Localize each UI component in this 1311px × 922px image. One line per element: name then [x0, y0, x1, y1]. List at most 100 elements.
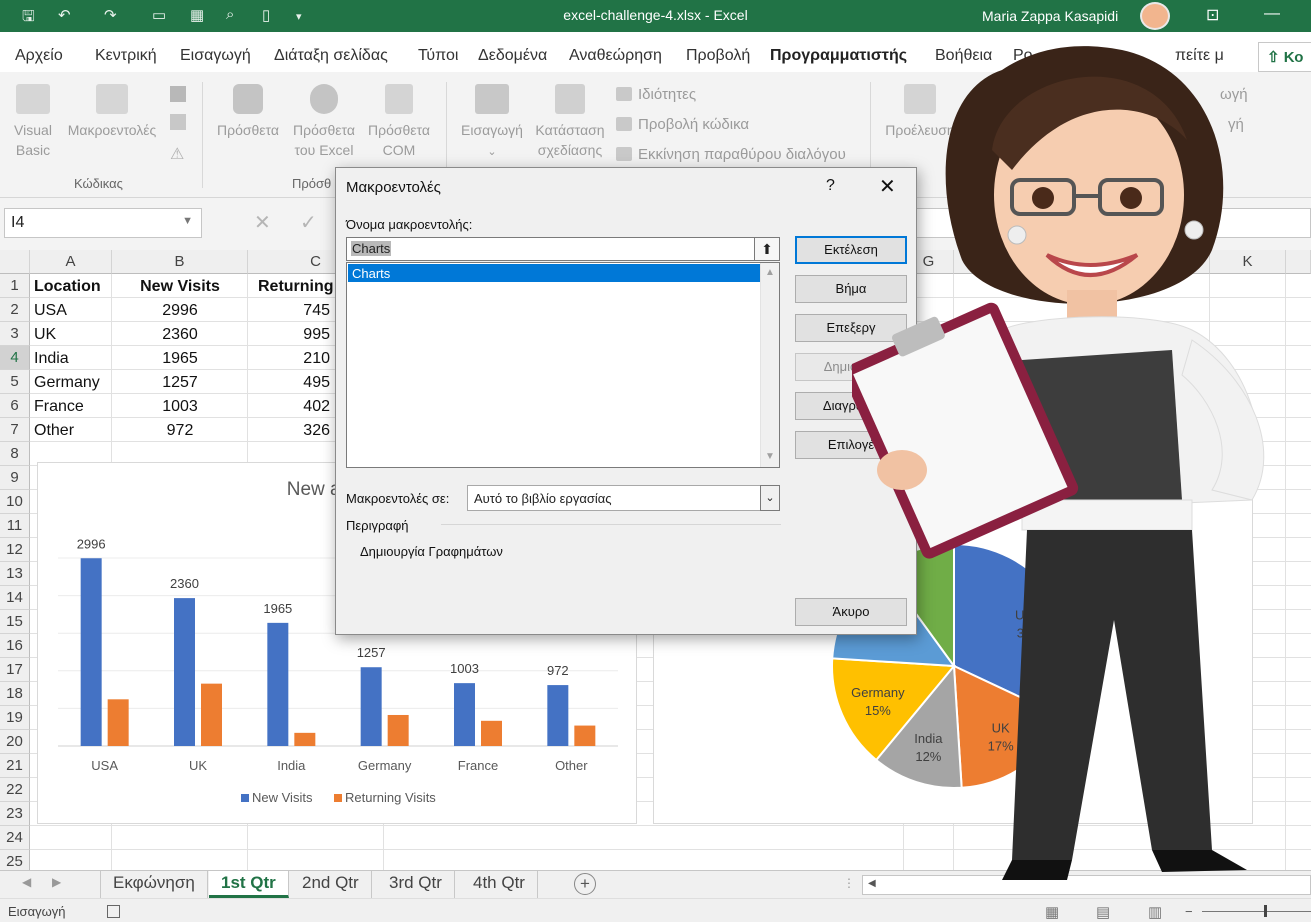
bar-returning-visits[interactable] — [387, 714, 409, 746]
tab-formulas[interactable]: Τύποι — [418, 47, 458, 65]
row-header[interactable]: 24 — [0, 826, 30, 850]
scroll-left-arrow-icon[interactable]: ◀ — [868, 878, 876, 889]
table-cell[interactable]: 972 — [112, 419, 248, 443]
table-cell[interactable]: 1965 — [112, 347, 248, 371]
tab-help[interactable]: Βοήθεια — [935, 47, 992, 65]
avatar[interactable] — [1140, 2, 1170, 30]
tab-page-layout[interactable]: Διάταξη σελίδας — [274, 47, 388, 65]
scroll-right-icon[interactable]: ▶ — [52, 875, 61, 889]
row-header[interactable]: 20 — [0, 730, 30, 754]
bar-new-visits[interactable] — [360, 667, 382, 746]
list-scrollbar[interactable]: ▲ ▼ — [760, 263, 779, 467]
row-header[interactable]: 21 — [0, 754, 30, 778]
table-cell[interactable]: 1257 — [112, 371, 248, 395]
legend-label[interactable]: New Visits — [252, 790, 313, 805]
row-header[interactable]: 4 — [0, 346, 30, 370]
visual-basic-button[interactable]: Visual Basic — [8, 84, 58, 160]
row-header[interactable]: 15 — [0, 610, 30, 634]
run-dialog-button[interactable]: Εκκίνηση παραθύρου διαλόγου — [616, 146, 846, 163]
scroll-left-icon[interactable]: ◀ — [22, 875, 31, 889]
row-header[interactable]: 13 — [0, 562, 30, 586]
share-button[interactable]: ⇧ Κο — [1258, 42, 1311, 72]
table-cell[interactable]: Other — [34, 419, 74, 443]
column-header[interactable]: K — [1210, 250, 1286, 274]
options-button[interactable]: Επιλογέ — [795, 431, 907, 459]
bar-returning-visits[interactable] — [574, 725, 596, 746]
horizontal-scrollbar[interactable]: ◀ — [862, 875, 1311, 895]
tab-insert[interactable]: Εισαγωγή — [180, 47, 251, 65]
table-cell[interactable]: UK — [34, 323, 56, 347]
table-cell[interactable]: 2996 — [112, 299, 248, 323]
page-break-view-icon[interactable]: ▥ — [1148, 903, 1162, 921]
bar-returning-visits[interactable] — [107, 699, 129, 746]
row-header[interactable]: 23 — [0, 802, 30, 826]
more-options-icon[interactable]: ⋮ — [843, 876, 855, 890]
sheet-tab[interactable]: Εκφώνηση — [101, 871, 208, 898]
excel-addins-button[interactable]: Πρόσθετα του Excel — [287, 84, 361, 160]
record-macro-icon[interactable] — [170, 86, 186, 102]
table-cell[interactable]: 210 — [248, 347, 330, 371]
tab-partial[interactable]: Ρο — [1013, 47, 1033, 65]
row-header[interactable]: 16 — [0, 634, 30, 658]
legend-label[interactable]: Returning Visits — [345, 790, 436, 805]
row-header[interactable]: 19 — [0, 706, 30, 730]
collapse-dialog-icon[interactable]: ⬆ — [754, 237, 780, 261]
table-cell[interactable]: 995 — [248, 323, 330, 347]
header-new-visits[interactable]: New Visits — [112, 275, 248, 299]
table-cell[interactable]: India — [34, 347, 69, 371]
source-button[interactable]: Προέλευση — [880, 84, 960, 140]
table-cell[interactable]: France — [34, 395, 84, 419]
row-header[interactable]: 6 — [0, 394, 30, 418]
table-cell[interactable]: 2360 — [112, 323, 248, 347]
tab-data[interactable]: Δεδομένα — [478, 47, 547, 65]
table-cell[interactable]: Germany — [34, 371, 100, 395]
zoom-slider-thumb[interactable] — [1264, 905, 1267, 917]
column-header[interactable]: A — [30, 250, 112, 274]
bar-returning-visits[interactable] — [201, 683, 222, 746]
table-cell[interactable]: 1003 — [112, 395, 248, 419]
row-header[interactable]: 1 — [0, 274, 30, 298]
header-location[interactable]: Location — [34, 275, 112, 299]
ribbon-display-icon[interactable]: ⊡ — [1206, 5, 1219, 25]
row-header[interactable]: 3 — [0, 322, 30, 346]
bar-new-visits[interactable] — [80, 558, 102, 746]
xml-import-label[interactable]: ωγή — [1220, 86, 1248, 103]
sheet-tab[interactable]: 4th Qtr — [461, 871, 538, 898]
close-icon[interactable]: ✕ — [879, 174, 896, 199]
macros-in-select[interactable]: Αυτό το βιβλίο εργασίας ⌄ — [467, 485, 780, 511]
table-cell[interactable]: 402 — [248, 395, 330, 419]
add-sheet-icon[interactable]: + — [574, 873, 596, 895]
table-cell[interactable]: 745 — [248, 299, 330, 323]
confirm-entry-icon[interactable]: ✓ — [300, 210, 317, 235]
run-button[interactable]: Εκτέλεση — [795, 236, 907, 264]
row-header[interactable]: 9 — [0, 466, 30, 490]
macro-name-input[interactable]: Charts — [346, 237, 780, 261]
zoom-slider[interactable] — [1202, 911, 1311, 912]
insert-control-button[interactable]: Εισαγωγή ⌄ — [456, 84, 528, 162]
cancel-button[interactable]: Άκυρο — [795, 598, 907, 626]
zoom-out-icon[interactable]: − — [1185, 904, 1193, 919]
chevron-down-icon[interactable]: ⌄ — [760, 485, 780, 511]
row-header[interactable]: 18 — [0, 682, 30, 706]
help-button[interactable]: ? — [826, 177, 835, 195]
normal-view-icon[interactable]: ▦ — [1045, 903, 1059, 921]
tab-view[interactable]: Προβολή — [686, 47, 750, 65]
bar-new-visits[interactable] — [547, 685, 569, 746]
row-header[interactable]: 25 — [0, 850, 30, 870]
row-header[interactable]: 12 — [0, 538, 30, 562]
com-addins-button[interactable]: Πρόσθετα COM — [362, 84, 436, 160]
relative-ref-icon[interactable] — [170, 114, 186, 130]
row-header[interactable]: 10 — [0, 490, 30, 514]
macro-record-icon[interactable] — [107, 905, 120, 918]
sheet-tab-active[interactable]: 1st Qtr — [209, 871, 289, 898]
list-item[interactable]: Charts — [348, 264, 760, 282]
bar-new-visits[interactable] — [267, 622, 289, 746]
page-layout-view-icon[interactable]: ▤ — [1096, 903, 1110, 921]
bar-returning-visits[interactable] — [294, 732, 316, 746]
row-header[interactable]: 17 — [0, 658, 30, 682]
row-header[interactable]: 22 — [0, 778, 30, 802]
chevron-down-icon[interactable]: ▼ — [182, 215, 193, 227]
bar-new-visits[interactable] — [454, 683, 475, 746]
row-header[interactable]: 7 — [0, 418, 30, 442]
tab-file[interactable]: Αρχείο — [15, 47, 63, 65]
